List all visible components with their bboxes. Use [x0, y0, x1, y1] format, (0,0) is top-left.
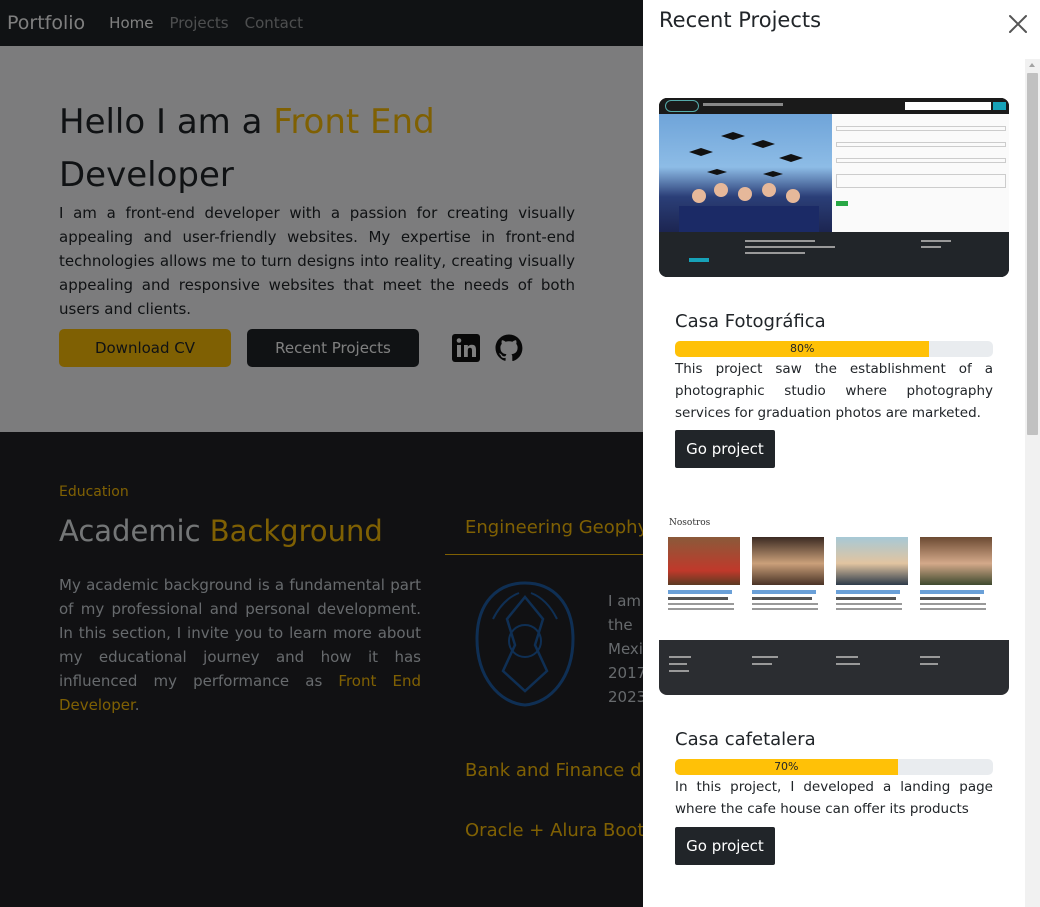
project-thumbnail-casa-fotografica[interactable] — [659, 98, 1009, 277]
recent-projects-panel: Recent Projects Casa Fotográfica 80% Thi… — [643, 0, 1040, 907]
thumbnail-heading: Nosotros — [669, 518, 711, 528]
panel-title: Recent Projects — [659, 8, 822, 32]
scroll-up-arrow-icon[interactable] — [1029, 63, 1035, 67]
project-progress: 70% — [675, 759, 993, 775]
panel-scrollbar[interactable] — [1025, 59, 1040, 907]
thumbnail-footer — [659, 640, 1009, 695]
project-description: In this project, I developed a landing p… — [675, 779, 993, 817]
go-project-button[interactable]: Go project — [675, 827, 775, 865]
thumbnail-card — [752, 537, 824, 629]
project-title: Casa Fotográfica — [675, 311, 826, 332]
graduation-photo — [659, 114, 832, 232]
project-progress: 80% — [675, 341, 993, 357]
scrollbar-thumb[interactable] — [1027, 73, 1038, 435]
thumbnail-card — [836, 537, 908, 629]
thumbnail-form — [832, 114, 1009, 232]
project-description: This project saw the establishment of a … — [675, 361, 993, 421]
thumbnail-footer — [659, 232, 1009, 277]
thumbnail-card — [920, 537, 992, 629]
project-progress-bar: 80% — [675, 341, 930, 357]
project-progress-bar: 70% — [675, 759, 898, 775]
close-icon[interactable] — [1007, 13, 1029, 35]
thumbnail-navbar — [659, 98, 1009, 114]
thumbnail-card — [668, 537, 740, 629]
go-project-button[interactable]: Go project — [675, 430, 775, 468]
project-title: Casa cafetalera — [675, 729, 816, 750]
project-thumbnail-casa-cafetalera[interactable]: Nosotros — [659, 514, 1009, 695]
